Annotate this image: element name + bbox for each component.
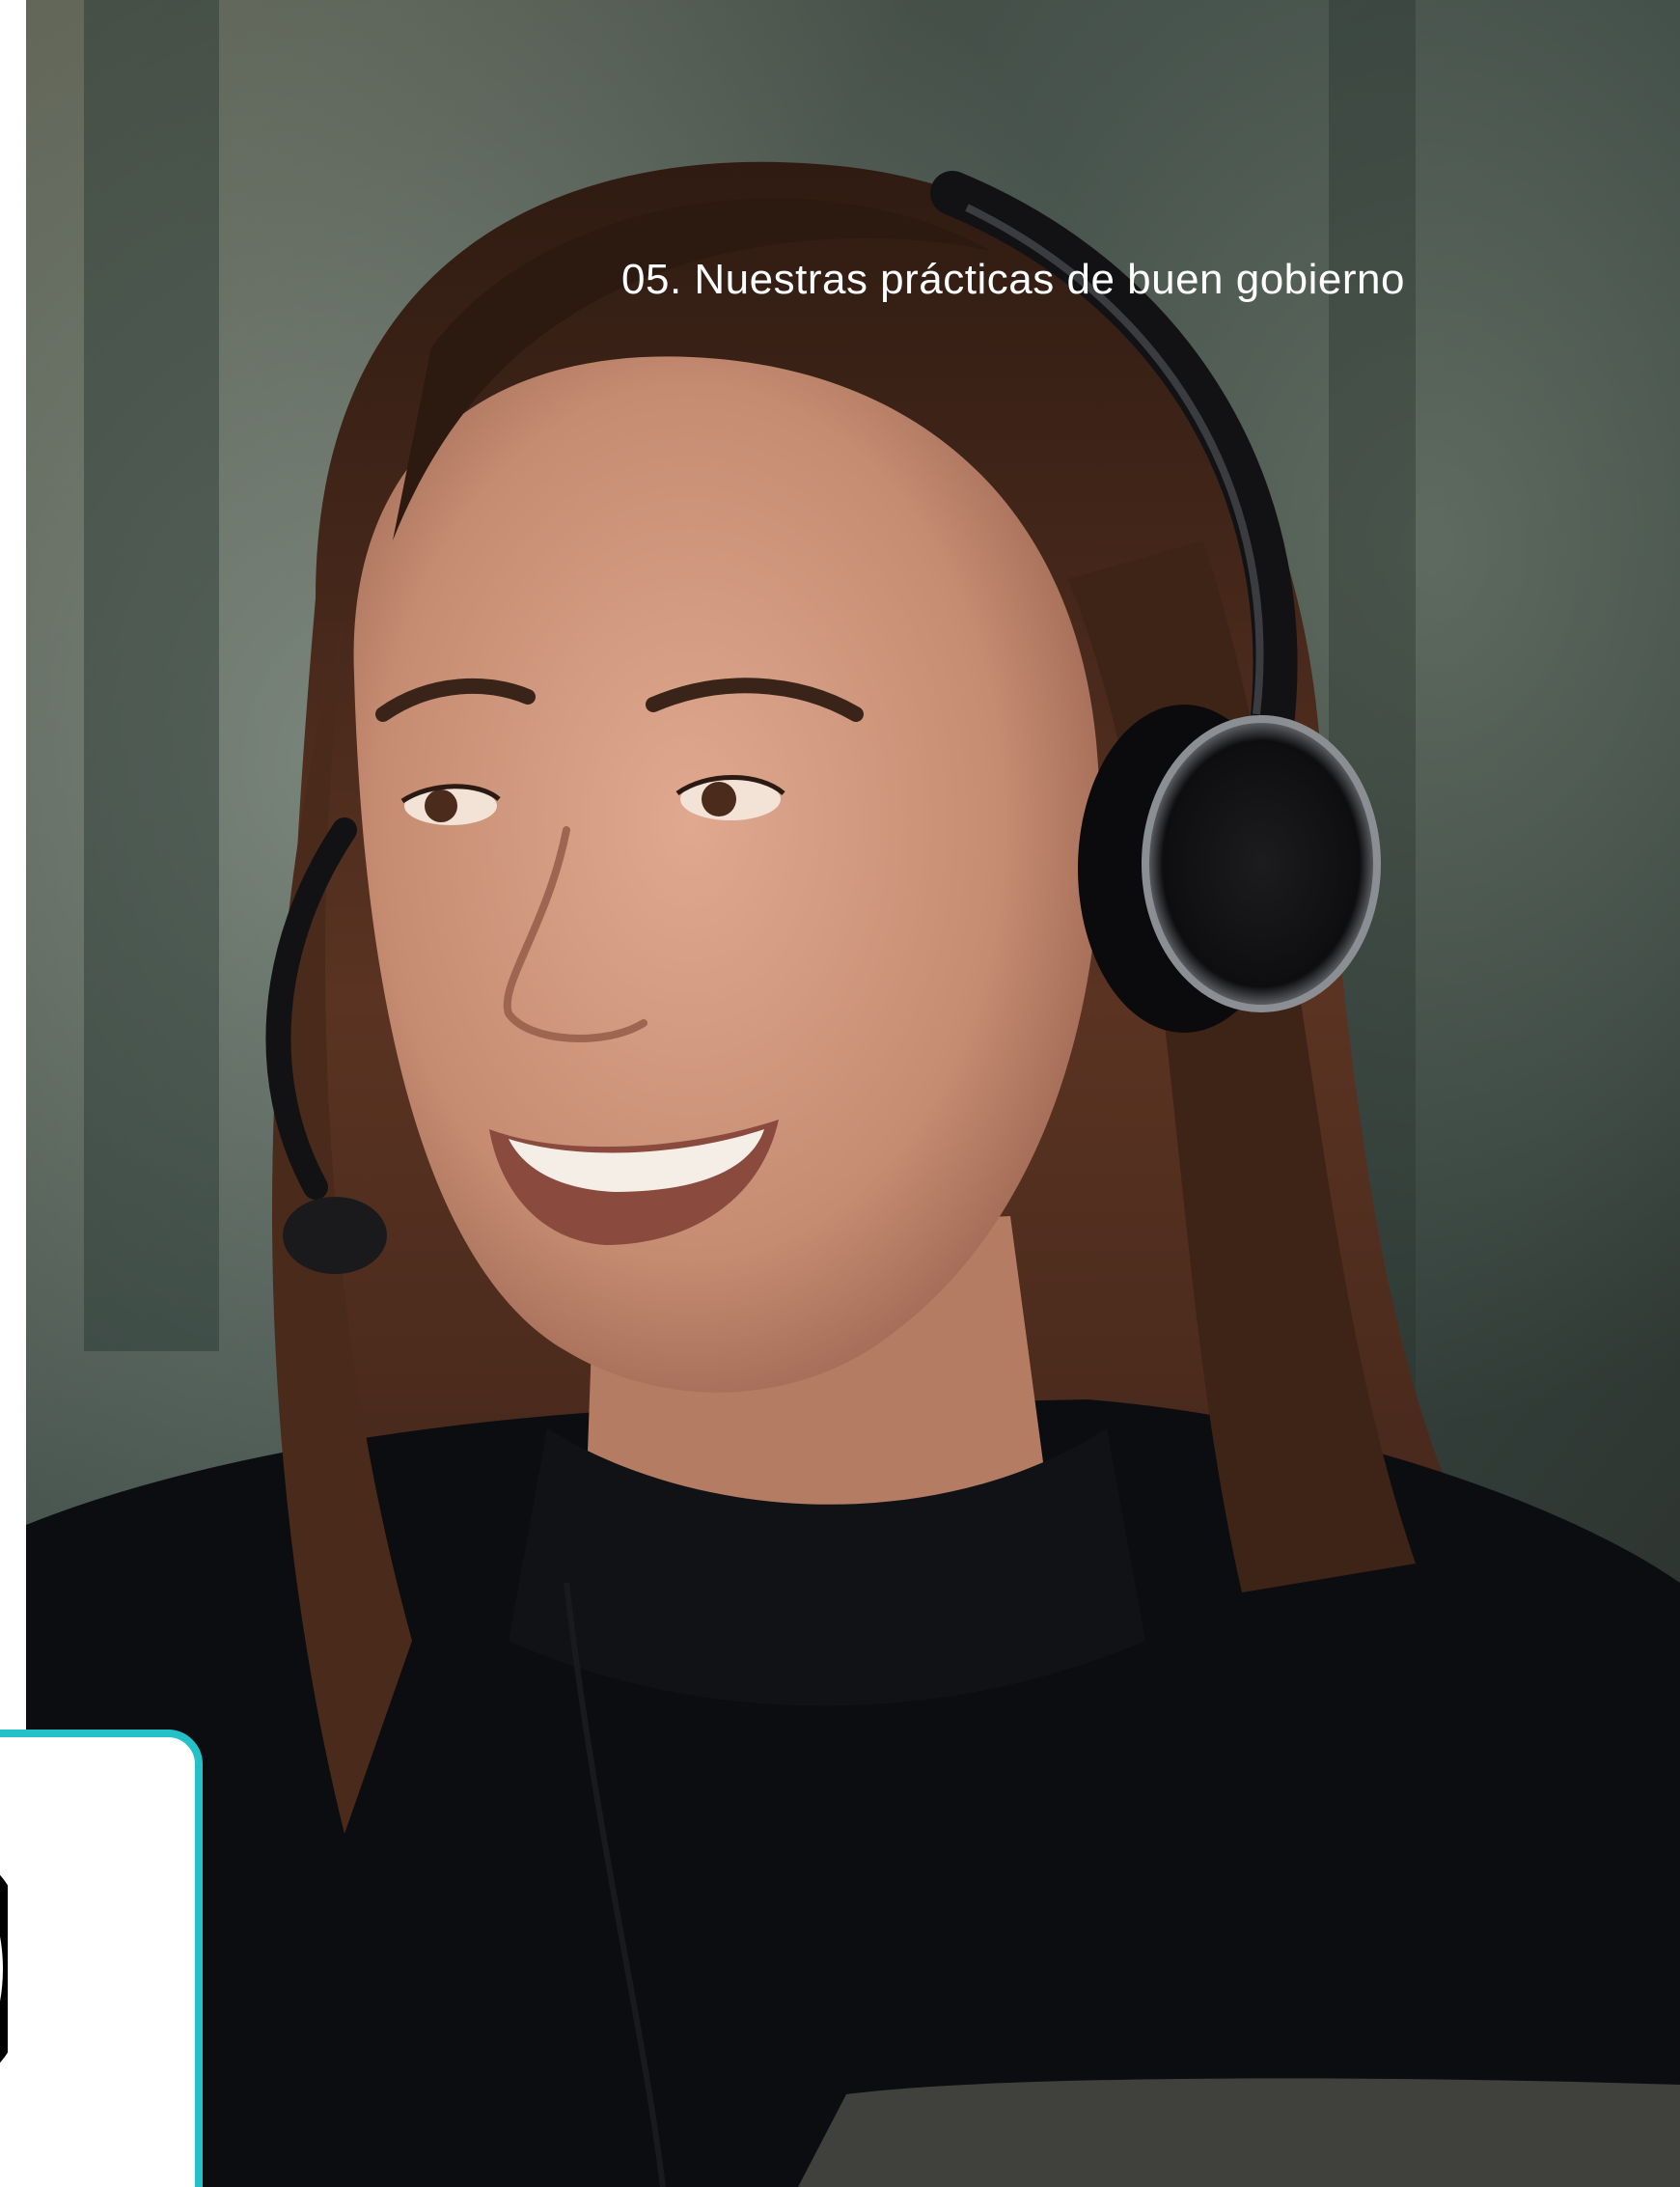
hero-photo <box>26 0 1680 2187</box>
section-title: 05. Nuestras prácticas de buen gobierno <box>621 256 1405 303</box>
document-page: 05. Nuestras prácticas de buen gobierno <box>0 0 1680 2187</box>
photo-illustration <box>26 0 1680 2187</box>
corner-number-glyph <box>0 1874 8 2063</box>
corner-card <box>0 1730 203 2187</box>
